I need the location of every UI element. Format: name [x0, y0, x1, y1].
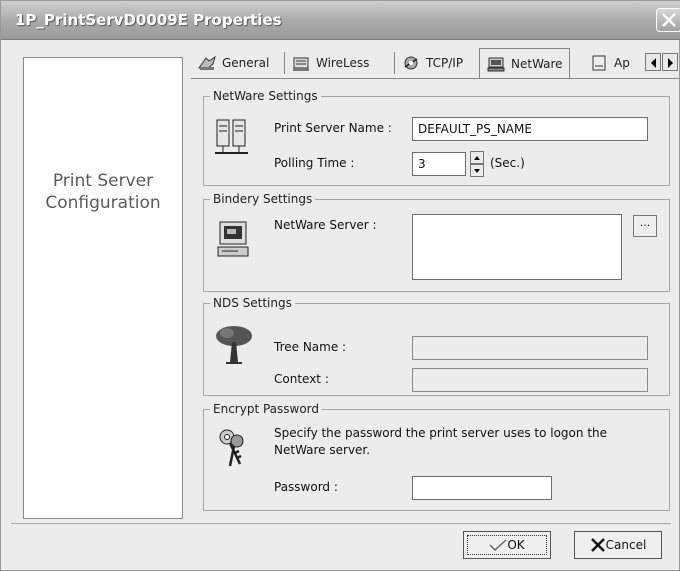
footer-divider — [11, 523, 671, 524]
tab-appletalk-label: Ap — [614, 56, 630, 70]
cancel-button[interactable]: Cancel — [574, 531, 662, 559]
cancel-label: Cancel — [605, 538, 647, 552]
spin-up-icon — [474, 156, 480, 160]
close-button[interactable] — [656, 8, 680, 32]
print-server-name-input[interactable] — [412, 117, 648, 141]
nds-settings-group: NDS Settings Tree Name : Context : — [203, 296, 670, 396]
tab-general-label: General — [222, 56, 270, 70]
tab-tcpip-label: TCP/IP — [426, 56, 464, 70]
tab-wireless[interactable]: WireLess — [291, 50, 369, 76]
bindery-settings-group: Bindery Settings NetWare Server : ... — [203, 192, 670, 292]
brand-line-2: Configuration — [45, 193, 161, 213]
tree-icon — [216, 326, 252, 364]
tab-netware[interactable]: NetWare — [479, 48, 570, 78]
polling-time-label: Polling Time : — [274, 156, 355, 170]
nds-settings-title: NDS Settings — [210, 296, 295, 310]
network-servers-icon — [215, 119, 248, 154]
password-input[interactable] — [412, 476, 552, 500]
cancel-x-icon — [590, 538, 605, 552]
general-icon — [198, 55, 216, 70]
polling-time-spinner[interactable] — [470, 151, 484, 177]
ok-button[interactable]: OK — [463, 531, 551, 559]
polling-time-input[interactable] — [412, 152, 466, 176]
context-input[interactable] — [412, 368, 648, 392]
tab-strip: General WireLess TCP/IP NetWare Ap — [191, 48, 680, 78]
close-icon — [662, 13, 676, 27]
spin-down-icon — [474, 169, 480, 173]
title-bar[interactable]: 1P_PrintServD0009E Properties — [1, 1, 680, 40]
tab-tcpip[interactable]: TCP/IP — [401, 50, 463, 76]
polling-unit-label: (Sec.) — [490, 156, 525, 170]
brand-line-1: Print Server — [52, 171, 154, 191]
netware-tab-page: NetWare Settings Print Server Name : Pol… — [191, 78, 680, 521]
spin-down-button[interactable] — [470, 164, 484, 177]
netware-server-label: NetWare Server : — [274, 218, 377, 232]
tab-divider — [394, 52, 395, 74]
netware-server-list[interactable] — [412, 214, 622, 280]
browse-server-button[interactable]: ... — [633, 215, 657, 237]
password-label: Password : — [274, 480, 338, 494]
computer-icon — [217, 221, 249, 257]
spin-up-button[interactable] — [470, 151, 484, 164]
netware-settings-group: NetWare Settings Print Server Name : Pol… — [203, 89, 670, 186]
encrypt-password-title: Encrypt Password — [210, 402, 323, 416]
encrypt-description-line-1: Specify the password the print server us… — [274, 426, 608, 440]
tab-netware-label: NetWare — [511, 56, 563, 71]
tab-wireless-label: WireLess — [316, 56, 370, 70]
print-server-name-label: Print Server Name : — [274, 121, 392, 135]
ok-label: OK — [507, 538, 525, 552]
keys-icon — [219, 429, 244, 467]
tab-divider — [284, 52, 285, 74]
netware-icon — [487, 57, 505, 71]
appletalk-icon — [592, 55, 606, 71]
tree-name-input[interactable] — [412, 336, 648, 360]
arrow-right-icon — [668, 58, 673, 68]
context-label: Context : — [274, 372, 329, 386]
tab-appletalk[interactable]: Ap — [589, 50, 630, 76]
tree-name-label: Tree Name : — [274, 340, 347, 354]
tcpip-icon — [404, 56, 418, 70]
arrow-left-icon — [651, 58, 656, 68]
sidebar-panel: Print Server Configuration — [23, 57, 183, 519]
tab-general[interactable]: General — [197, 50, 269, 76]
tab-scroll-left-button[interactable] — [645, 53, 661, 71]
encrypt-password-group: Encrypt Password Specify the password th… — [203, 402, 670, 511]
properties-window: 1P_PrintServD0009E Properties Print Serv… — [0, 0, 680, 571]
bindery-settings-title: Bindery Settings — [210, 192, 316, 206]
tab-scroll-right-button[interactable] — [662, 53, 678, 71]
sidebar-brand: Print Server Configuration — [24, 170, 182, 214]
netware-settings-title: NetWare Settings — [210, 89, 321, 103]
check-icon — [489, 539, 507, 551]
window-title: 1P_PrintServD0009E Properties — [15, 11, 282, 29]
encrypt-description-line-2: NetWare server. — [274, 443, 371, 457]
wireless-icon — [293, 57, 309, 71]
